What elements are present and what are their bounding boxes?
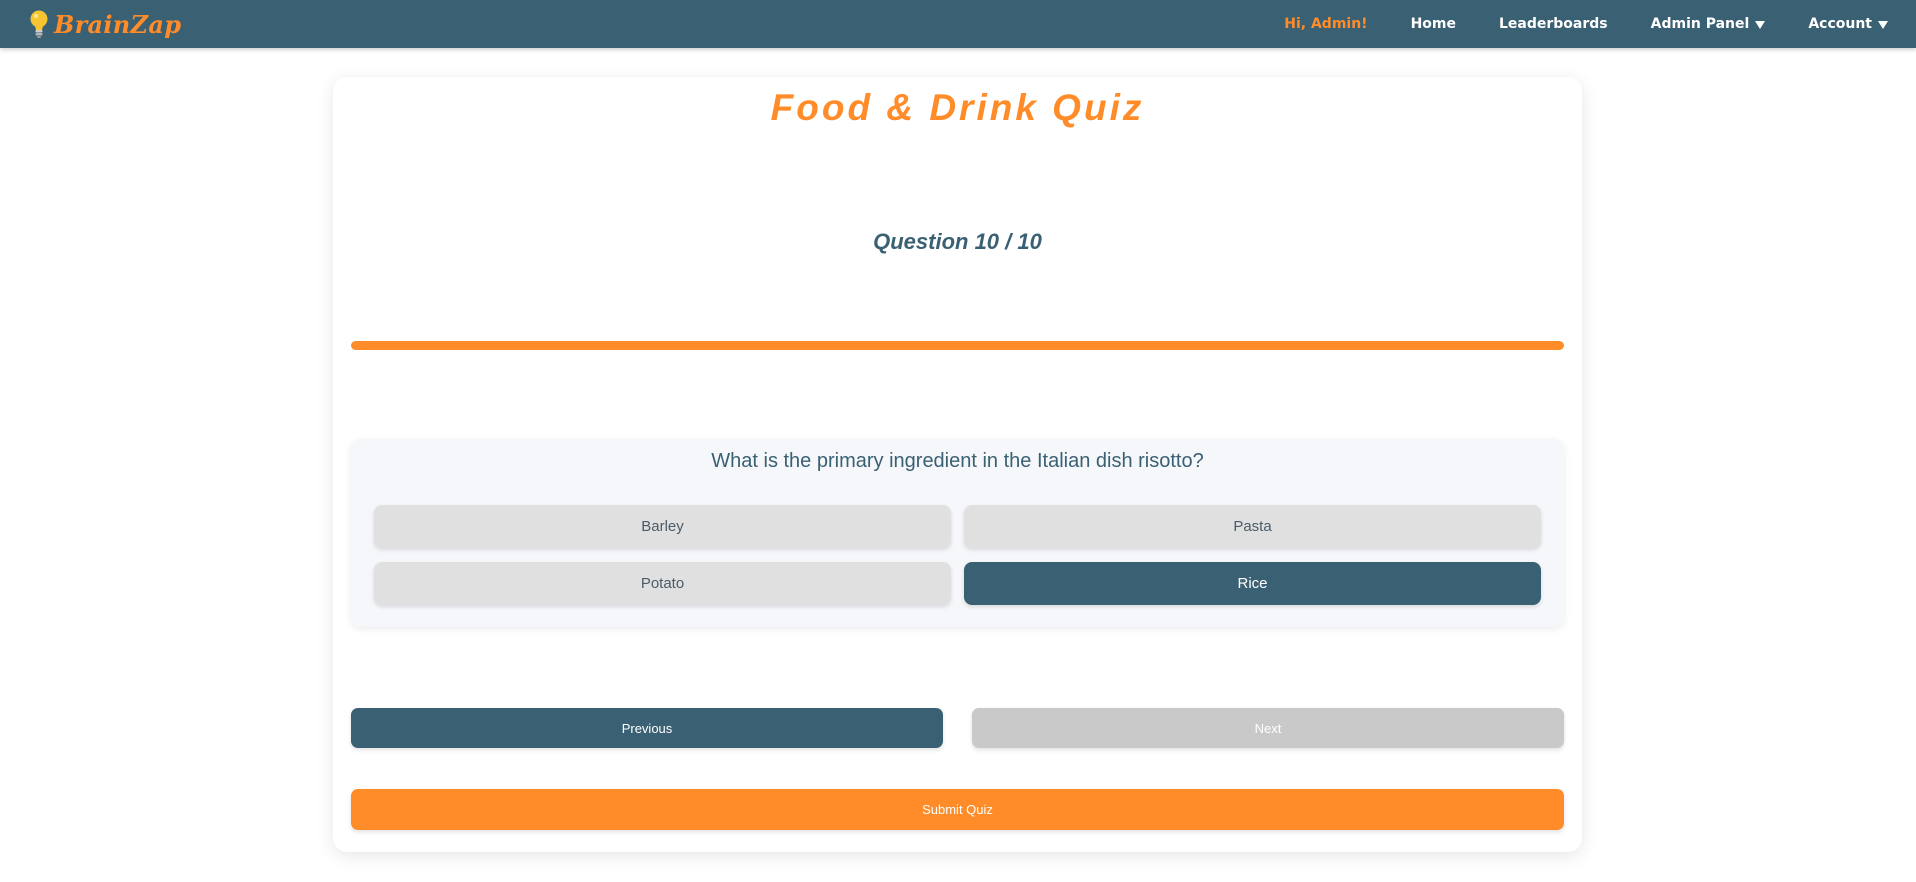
nav-link-home[interactable]: Home — [1411, 16, 1456, 32]
question-text: What is the primary ingredient in the It… — [711, 450, 1204, 472]
next-button[interactable]: Next — [972, 708, 1564, 748]
previous-button-label: Previous — [621, 720, 673, 736]
answer-option-label: Pasta — [1233, 518, 1272, 535]
submit-quiz-button-label: Submit Quiz — [922, 802, 993, 817]
quiz-card: Food & Drink Quiz Question 10 / 10 What … — [333, 77, 1582, 852]
nav-link-home-label: Home — [1410, 16, 1456, 32]
nav-dropdown-admin-panel[interactable]: Admin Panel — [1651, 16, 1766, 32]
nav-dropdown-account[interactable]: Account — [1808, 16, 1888, 32]
answer-option-pasta[interactable]: Pasta — [964, 505, 1541, 548]
previous-button[interactable]: Previous — [351, 708, 943, 748]
question-counter: Question 10 / 10 — [873, 229, 1042, 254]
progress-bar-fill — [351, 341, 1564, 350]
answer-option-label: Barley — [641, 518, 684, 535]
submit-quiz-button[interactable]: Submit Quiz — [351, 789, 1564, 830]
nav-dropdown-admin-panel-label: Admin Panel — [1650, 16, 1750, 32]
answer-option-label: Potato — [640, 575, 685, 592]
answer-option-rice[interactable]: Rice — [964, 562, 1541, 605]
next-button-label: Next — [1254, 720, 1282, 736]
user-greeting: Hi, Admin! — [1284, 16, 1368, 32]
nav-links: Hi, Admin! Home Leaderboards Admin Panel… — [1284, 0, 1888, 48]
answer-option-potato[interactable]: Potato — [374, 562, 951, 605]
answer-option-barley[interactable]: Barley — [374, 505, 951, 548]
caret-down-icon — [1755, 20, 1766, 29]
question-panel: What is the primary ingredient in the It… — [351, 439, 1564, 627]
brand-logo[interactable]: BrainZap — [28, 9, 181, 39]
brand-name: BrainZap — [54, 9, 182, 39]
progress-bar — [351, 341, 1564, 350]
caret-down-icon — [1878, 20, 1888, 29]
answer-option-label: Rice — [1237, 575, 1268, 592]
nav-link-leaderboards[interactable]: Leaderboards — [1499, 16, 1608, 32]
lightbulb-icon — [28, 9, 50, 39]
top-navbar: BrainZap Hi, Admin! Home Leaderboards Ad… — [0, 0, 1916, 48]
quiz-title: Food & Drink Quiz — [770, 87, 1145, 128]
nav-dropdown-account-label: Account — [1808, 16, 1872, 32]
nav-link-leaderboards-label: Leaderboards — [1498, 16, 1608, 32]
